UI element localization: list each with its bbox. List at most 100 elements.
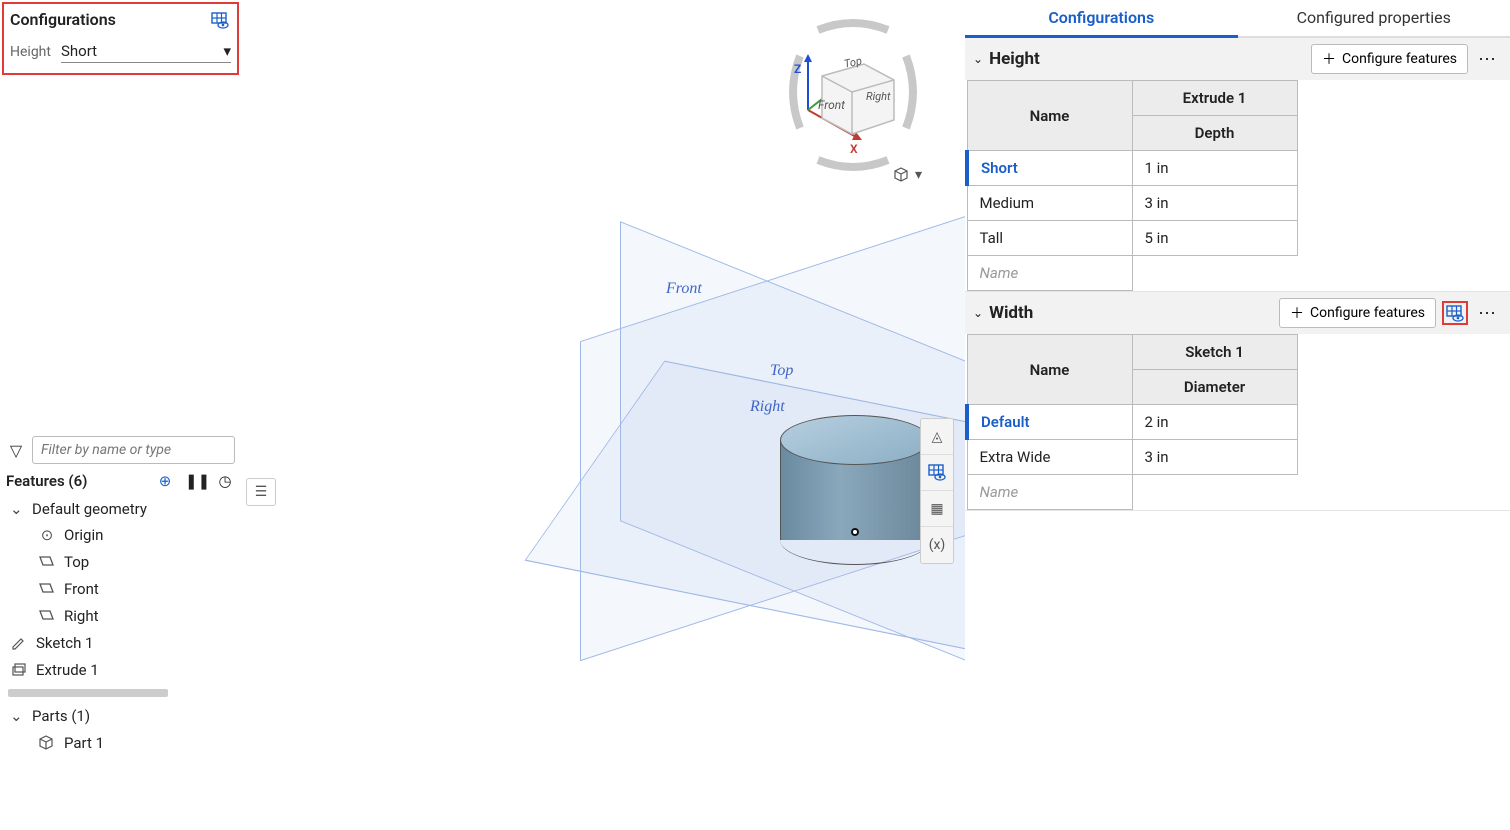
config-row[interactable]: Short1 in [967, 151, 1297, 186]
config-new-name-input[interactable]: Name [967, 475, 1132, 510]
feature-panel: ▽ Features (6) ⊕ ❚❚ ◷ ⌄ Default geometry… [2, 432, 239, 758]
config-row[interactable]: Tall5 in [967, 221, 1297, 256]
plus-icon: ＋ [1290, 303, 1304, 323]
filter-icon[interactable]: ▽ [6, 441, 26, 460]
add-feature-icon[interactable]: ⊕ [155, 472, 175, 490]
feature-scrollbar[interactable] [8, 689, 168, 697]
config-param-label: Height [10, 44, 51, 60]
toolbar-btn-instances[interactable]: ▦ [921, 491, 953, 527]
dropdown-caret-icon: ▾ [915, 167, 922, 183]
chevron-down-icon[interactable]: ⌄ [973, 52, 983, 66]
cube-face-front[interactable]: Front [818, 98, 845, 112]
table-visibility-icon[interactable] [1442, 301, 1468, 325]
tree-default-geometry[interactable]: ⌄ Default geometry [8, 496, 233, 522]
config-row-value[interactable]: 1 in [1132, 151, 1297, 186]
config-tabs: Configurations Configured properties [965, 0, 1510, 38]
cube-face-right[interactable]: Right [866, 90, 891, 103]
toolbar-btn-config-grid[interactable] [921, 455, 953, 491]
config-section: ⌄Height＋Configure features⋯NameExtrude 1… [965, 38, 1510, 292]
section-more-icon[interactable]: ⋯ [1474, 49, 1502, 70]
configure-features-button[interactable]: ＋ Configure features [1311, 44, 1468, 74]
configure-features-label: Configure features [1342, 51, 1457, 67]
extrude-icon [10, 660, 28, 679]
tree-extrude-1[interactable]: Extrude 1 [8, 656, 233, 683]
col-value-header: Diameter [1132, 370, 1297, 405]
model-origin-marker [851, 528, 859, 536]
tree-parts-header[interactable]: ⌄ Parts (1) [8, 703, 233, 729]
config-selected-value: Short [61, 42, 97, 60]
config-row-value[interactable]: 2 in [1132, 405, 1297, 440]
part-icon [38, 733, 56, 752]
chevron-down-icon[interactable]: ⌄ [973, 306, 983, 320]
col-feature-header: Sketch 1 [1132, 335, 1297, 370]
config-row-name[interactable]: Tall [967, 221, 1132, 256]
axis-z-label: Z [794, 62, 801, 76]
tree-front-plane[interactable]: Front [8, 575, 233, 602]
axis-x-label: X [850, 142, 858, 156]
configurations-quick-panel: Configurations Height Short ▾ [2, 2, 239, 75]
section-title: Height [989, 49, 1305, 69]
tab-configurations[interactable]: Configurations [965, 0, 1238, 38]
chevron-down-icon: ⌄ [10, 500, 24, 518]
tab-configured-properties[interactable]: Configured properties [1238, 0, 1510, 36]
plane-label-top: Top [770, 362, 793, 380]
tree-part-1[interactable]: Part 1 [8, 729, 233, 756]
feature-filter-input[interactable] [32, 436, 235, 464]
section-title: Width [989, 303, 1273, 323]
config-height-select[interactable]: Short ▾ [61, 40, 231, 63]
configurations-title: Configurations [10, 10, 116, 29]
model-cylinder-top[interactable] [780, 415, 930, 465]
sketch-icon [10, 633, 28, 652]
plane-icon [38, 579, 56, 598]
section-more-icon[interactable]: ⋯ [1474, 303, 1502, 324]
features-header: Features (6) [6, 472, 87, 490]
plane-icon [38, 606, 56, 625]
model-cylinder-bottom [780, 515, 930, 565]
config-table: NameSketch 1DiameterDefault2 inExtra Wid… [965, 334, 1298, 510]
configurations-panel: Configurations Configured properties ⌄ He… [965, 0, 1510, 830]
config-row-value[interactable]: 3 in [1132, 186, 1297, 221]
viewport-side-toolbar: ◬ ▦ (x) [920, 418, 954, 564]
view-cube[interactable]: Z X Front Right Top ▾ [778, 10, 928, 190]
config-row[interactable]: Medium3 in [967, 186, 1297, 221]
chevron-down-icon: ⌄ [10, 707, 24, 725]
config-table: NameExtrude 1DepthShort1 inMedium3 inTal… [965, 80, 1298, 291]
config-row-value[interactable]: 3 in [1132, 440, 1297, 475]
config-new-value-cell [1132, 256, 1297, 291]
config-new-row[interactable]: Name [967, 475, 1297, 510]
config-row-name[interactable]: Default [967, 405, 1132, 440]
stopwatch-icon[interactable]: ◷ [215, 472, 235, 490]
config-row-value[interactable]: 5 in [1132, 221, 1297, 256]
config-row[interactable]: Default2 in [967, 405, 1297, 440]
configure-features-button[interactable]: ＋Configure features [1279, 298, 1436, 328]
col-value-header: Depth [1132, 116, 1297, 151]
col-name-header: Name [967, 81, 1132, 151]
configurations-table-visibility-icon[interactable] [209, 8, 231, 32]
toolbar-btn-variables[interactable]: (x) [921, 527, 953, 563]
section-header: ⌄ Width ＋Configure features ⋯ [965, 292, 1510, 334]
config-row-name[interactable]: Extra Wide [967, 440, 1132, 475]
pause-icon[interactable]: ❚❚ [185, 472, 205, 490]
config-row-name[interactable]: Medium [967, 186, 1132, 221]
origin-icon: ⊙ [38, 526, 56, 544]
plus-icon: ＋ [1322, 49, 1336, 69]
config-new-name-input[interactable]: Name [967, 256, 1132, 291]
tree-origin[interactable]: ⊙ Origin [8, 522, 233, 548]
plane-icon [38, 552, 56, 571]
plane-label-front: Front [666, 280, 702, 298]
toolbar-btn-appearance[interactable]: ◬ [921, 419, 953, 455]
tree-top-plane[interactable]: Top [8, 548, 233, 575]
config-row-name[interactable]: Short [967, 151, 1132, 186]
col-feature-header: Extrude 1 [1132, 81, 1297, 116]
section-header: ⌄ Height ＋ Configure features ⋯ [965, 38, 1510, 80]
config-section: ⌄Width＋Configure features⋯NameSketch 1Di… [965, 292, 1510, 511]
render-mode-dropdown[interactable]: ▾ [893, 166, 922, 184]
tree-sketch-1[interactable]: Sketch 1 [8, 629, 233, 656]
tree-right-plane[interactable]: Right [8, 602, 233, 629]
col-name-header: Name [967, 335, 1132, 405]
dropdown-caret-icon: ▾ [223, 42, 231, 60]
config-new-row[interactable]: Name [967, 256, 1297, 291]
config-new-value-cell [1132, 475, 1297, 510]
plane-label-right: Right [750, 398, 785, 416]
config-row[interactable]: Extra Wide3 in [967, 440, 1297, 475]
